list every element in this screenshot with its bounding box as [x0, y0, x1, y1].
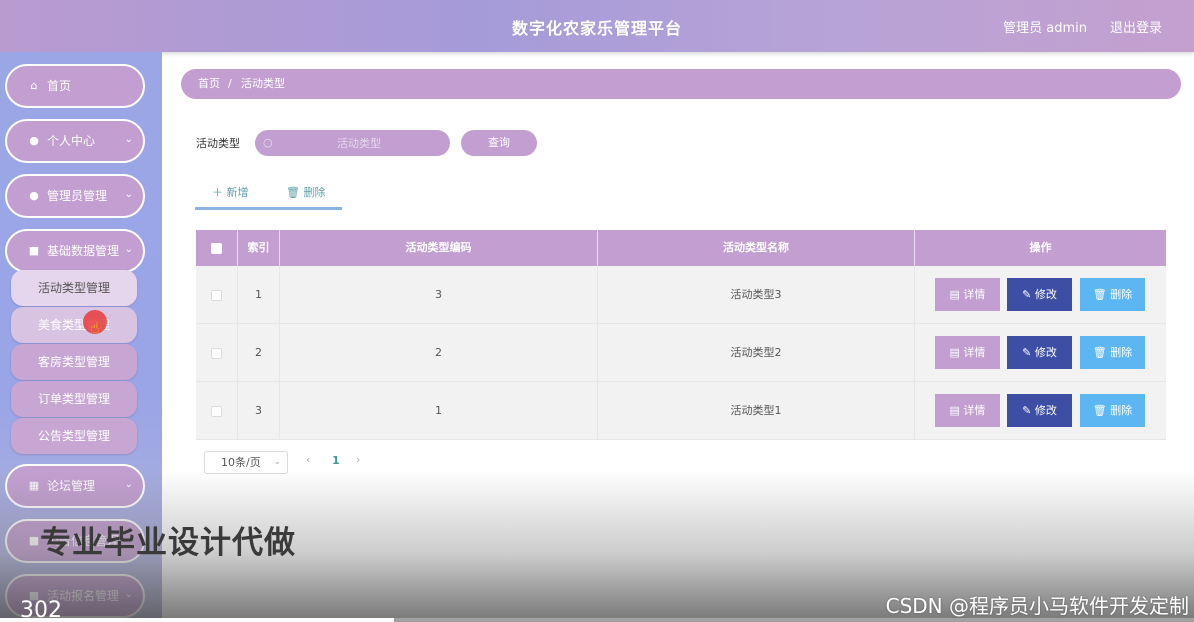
- sidebar-item-home[interactable]: ⌂ 首页: [5, 64, 145, 108]
- sidebar-item-forum[interactable]: ▦ 论坛管理 ⌄: [5, 464, 145, 508]
- code-cell: 3: [280, 266, 598, 324]
- admin-user-label: 管理员 admin: [1003, 21, 1087, 36]
- row-checkbox[interactable]: [211, 289, 222, 301]
- grid-icon: ▦: [28, 479, 40, 492]
- user-icon: ●: [29, 134, 39, 147]
- row-select-cell: [196, 324, 238, 382]
- breadcrumb-home[interactable]: 首页: [198, 77, 220, 91]
- name-cell: 活动类型2: [598, 324, 915, 382]
- submenu-room-type[interactable]: 客房类型管理: [11, 344, 137, 380]
- search-label: 活动类型: [196, 137, 240, 150]
- name-cell: 活动类型1: [598, 382, 915, 440]
- submenu-food-type[interactable]: 美食类型管理: [11, 307, 137, 343]
- chevron-down-icon: ⌄: [124, 134, 133, 145]
- chevron-down-icon: ⌄: [273, 457, 281, 467]
- table-row: 2 2 活动类型2 ▤ 详情 ✎ 修改 🗑 删除: [196, 324, 1166, 382]
- table-header: 索引 活动类型编码 活动类型名称 操作: [196, 230, 1166, 266]
- search-button-label: 查询: [488, 136, 510, 149]
- detail-button[interactable]: ▤ 详情: [935, 278, 1000, 311]
- table-row: 3 1 活动类型1 ▤ 详情 ✎ 修改 🗑 删除: [196, 382, 1166, 440]
- table-row: 1 3 活动类型3 ▤ 详情 ✎ 修改 🗑 删除: [196, 266, 1166, 324]
- delete-button[interactable]: 🗑 删除: [1080, 336, 1145, 369]
- briefcase-icon: ■: [28, 244, 40, 257]
- chevron-down-icon: ⌄: [124, 479, 133, 490]
- next-page-button[interactable]: ›: [356, 453, 360, 466]
- chevron-down-icon: ⌄: [124, 189, 133, 200]
- sidebar-item-label: 基础数据管理: [47, 244, 120, 258]
- sidebar-item-label: 管理员管理: [47, 189, 108, 203]
- breadcrumb-separator: /: [228, 77, 232, 90]
- search-input[interactable]: [279, 134, 439, 152]
- add-button[interactable]: ＋ 新增: [212, 184, 249, 200]
- column-header-name: 活动类型名称: [598, 230, 915, 266]
- delete-button[interactable]: 🗑 删除: [1080, 278, 1145, 311]
- edit-button[interactable]: ✎ 修改: [1007, 278, 1072, 311]
- detail-button[interactable]: ▤ 详情: [935, 394, 1000, 427]
- chevron-down-icon: ⌄: [124, 589, 133, 600]
- row-select-cell: [196, 382, 238, 440]
- code-cell: 1: [280, 382, 598, 440]
- video-progress-bar[interactable]: [0, 618, 1194, 622]
- top-header: 数字化农家乐管理平台 管理员 admin 退出登录: [0, 0, 1194, 52]
- promo-watermark: 专业毕业设计代做: [40, 525, 296, 561]
- index-cell: 3: [238, 382, 280, 440]
- column-header-index: 索引: [238, 230, 280, 266]
- sidebar-item-admin-management[interactable]: ● 管理员管理 ⌄: [5, 174, 145, 218]
- page-number-1[interactable]: 1: [332, 454, 340, 467]
- sidebar-item-label: 首页: [47, 79, 72, 93]
- sidebar-item-personal-center[interactable]: ● 个人中心 ⌄: [5, 119, 145, 163]
- breadcrumb: 首页 / 活动类型: [181, 69, 1181, 99]
- logout-link[interactable]: 退出登录: [1110, 17, 1162, 36]
- delete-button[interactable]: 🗑 删除: [1080, 394, 1145, 427]
- video-progress-fill: [0, 618, 395, 622]
- toolbar-underline: [195, 207, 342, 210]
- chevron-down-icon: ⌄: [124, 244, 133, 255]
- hand-cursor-icon: ☝: [90, 318, 100, 337]
- edit-button[interactable]: ✎ 修改: [1007, 394, 1072, 427]
- name-cell: 活动类型3: [598, 266, 915, 324]
- row-checkbox[interactable]: [211, 405, 222, 417]
- row-select-cell: [196, 266, 238, 324]
- prev-page-button[interactable]: ‹: [306, 453, 310, 466]
- breadcrumb-current: 活动类型: [241, 77, 285, 90]
- index-cell: 2: [238, 324, 280, 382]
- column-header-actions: 操作: [1029, 241, 1052, 254]
- row-checkbox[interactable]: [211, 347, 222, 359]
- index-cell: 1: [238, 266, 280, 324]
- sidebar-item-basic-data[interactable]: ■ 基础数据管理 ⌄: [5, 229, 145, 273]
- sidebar-item-label: 个人中心: [47, 134, 96, 148]
- column-header-code: 活动类型编码: [280, 230, 598, 266]
- select-all-cell: [196, 230, 238, 266]
- search-box[interactable]: ○: [255, 130, 450, 156]
- edit-button[interactable]: ✎ 修改: [1007, 336, 1072, 369]
- admin-user-icon: ●: [29, 189, 39, 202]
- detail-button[interactable]: ▤ 详情: [935, 336, 1000, 369]
- batch-delete-button[interactable]: 🗑 删除: [286, 184, 325, 200]
- page-size-select[interactable]: 10条/页 ⌄: [204, 451, 288, 474]
- select-all-checkbox[interactable]: [211, 242, 222, 254]
- submenu-activity-type[interactable]: 活动类型管理: [11, 270, 137, 306]
- home-icon: ⌂: [30, 79, 38, 92]
- search-icon: ○: [263, 136, 273, 149]
- code-cell: 2: [280, 324, 598, 382]
- submenu-notice-type[interactable]: 公告类型管理: [11, 418, 137, 454]
- sidebar-item-label: 论坛管理: [47, 479, 96, 493]
- submenu-order-type[interactable]: 订单类型管理: [11, 381, 137, 417]
- notice-icon: ■: [28, 534, 40, 547]
- csdn-watermark: CSDN @程序员小马软件开发定制: [885, 594, 1189, 618]
- page-size-value: 10条/页: [221, 456, 261, 469]
- search-button[interactable]: 查询: [461, 130, 537, 156]
